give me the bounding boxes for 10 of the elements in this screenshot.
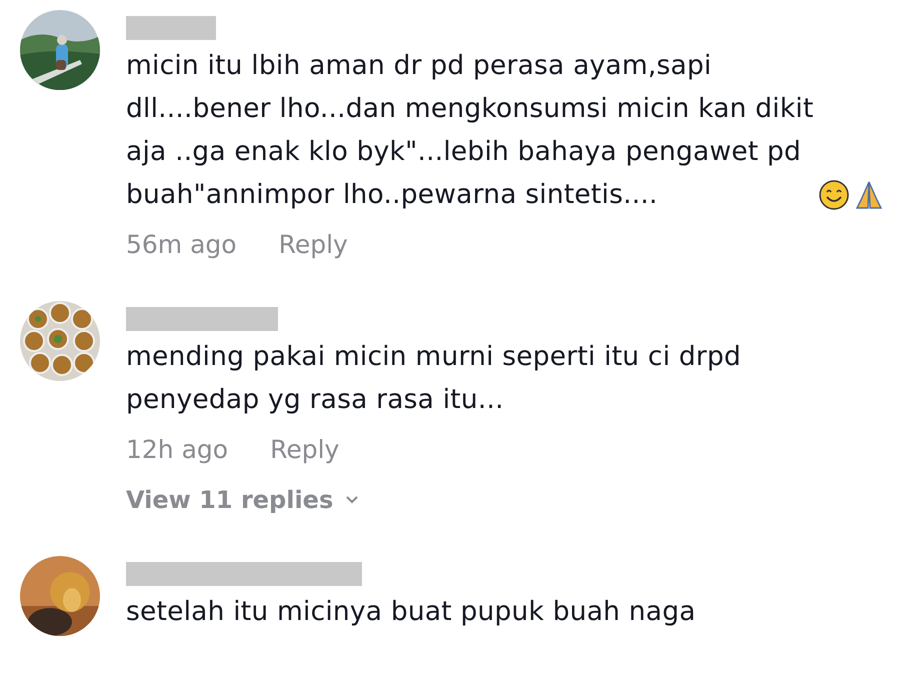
chevron-down-icon (345, 495, 360, 505)
reply-link[interactable]: Reply (270, 435, 340, 464)
timestamp: 12h ago (126, 435, 228, 464)
smiley-emoji-icon (818, 180, 849, 210)
comment-text: micin itu lbih aman dr pd perasa ayam,sapi dll....bener lho...dan mengkonsumsi micin kan dikit aja ..ga enak klo byk"...lebih bahaya pengawet pd buah"annimpor lho..pewarna sintetis.... (126, 49, 814, 212)
comment-text: setelah itu micinya buat pupuk buah naga (126, 595, 696, 629)
comment-text: mending pakai micin murni seperti itu ci drpd penyedap yg rasa rasa itu... (126, 340, 742, 417)
reply-link[interactable]: Reply (278, 230, 348, 259)
timestamp: 56m ago (126, 230, 237, 259)
view-replies-button[interactable]: View 11 replies (126, 486, 360, 514)
